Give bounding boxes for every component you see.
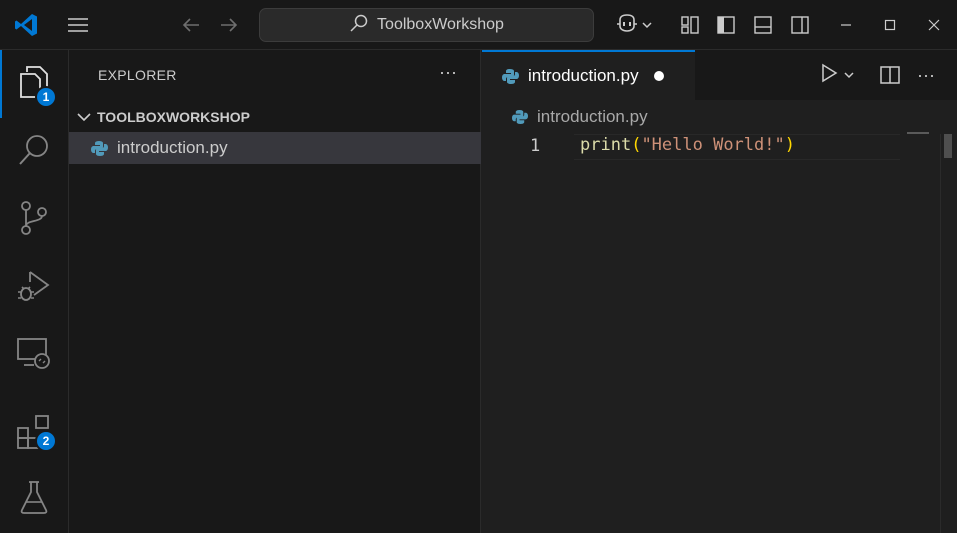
code-function: print: [580, 135, 632, 155]
more-actions-icon[interactable]: ···: [439, 62, 457, 83]
search-activity[interactable]: [0, 118, 68, 186]
chevron-down-icon: [642, 16, 652, 34]
run-debug-icon: [16, 268, 52, 309]
toggle-primary-sidebar-icon[interactable]: [712, 0, 740, 50]
code-editor[interactable]: 1 print("Hello World!"): [482, 132, 957, 533]
folder-name: TOOLBOXWORKSHOP: [97, 109, 250, 125]
scrollbar-track[interactable]: [940, 134, 957, 533]
explorer-sidebar: EXPLORER ··· TOOLBOXWORKSHOP introductio…: [69, 50, 481, 533]
play-icon: [820, 63, 838, 88]
remote-explorer-activity[interactable]: [0, 322, 68, 390]
copilot-button[interactable]: [612, 0, 656, 50]
split-editor-icon[interactable]: [879, 50, 901, 100]
copilot-icon: [616, 13, 638, 38]
close-icon[interactable]: [914, 0, 954, 50]
python-icon: [91, 140, 108, 157]
run-and-debug-activity[interactable]: [0, 254, 68, 322]
editor-more-actions-icon[interactable]: ···: [917, 50, 935, 100]
toggle-secondary-sidebar-icon[interactable]: [786, 0, 814, 50]
maximize-icon[interactable]: [870, 0, 910, 50]
run-python-button[interactable]: [820, 50, 854, 100]
line-number: 1: [530, 136, 541, 156]
search-icon: [17, 133, 51, 172]
back-arrow-icon[interactable]: [177, 0, 205, 50]
title-bar: ToolboxWorkshop: [0, 0, 957, 50]
tab-introduction-py[interactable]: introduction.py: [482, 50, 695, 100]
unsaved-dot-icon[interactable]: [653, 70, 665, 82]
command-center-search[interactable]: ToolboxWorkshop: [259, 8, 594, 42]
minimize-icon[interactable]: [826, 0, 866, 50]
scrollbar-thumb[interactable]: [944, 134, 952, 158]
extensions-activity[interactable]: 2: [0, 400, 68, 468]
testing-activity[interactable]: [0, 465, 68, 533]
python-icon: [512, 109, 528, 125]
source-control-icon: [18, 200, 50, 241]
chevron-down-icon: [844, 66, 854, 84]
search-icon: [349, 13, 369, 38]
editor-tabs: introduction.py ···: [482, 50, 957, 100]
sidebar-title: EXPLORER: [98, 67, 177, 83]
tab-label: introduction.py: [528, 66, 639, 85]
remote-explorer-icon: [16, 337, 52, 376]
forward-arrow-icon[interactable]: [215, 0, 243, 50]
code-close-paren: ): [784, 135, 795, 155]
file-name: introduction.py: [117, 138, 228, 157]
extensions-badge: 2: [35, 430, 57, 452]
vscode-logo-icon: [10, 0, 42, 50]
explorer-badge: 1: [35, 86, 57, 108]
search-label: ToolboxWorkshop: [377, 16, 504, 33]
python-icon: [502, 68, 519, 85]
minimap[interactable]: [907, 132, 929, 134]
customize-layout-icon[interactable]: [676, 0, 704, 50]
toggle-panel-icon[interactable]: [749, 0, 777, 50]
code-string: "Hello World!": [641, 135, 785, 155]
breadcrumb[interactable]: introduction.py: [482, 100, 957, 134]
source-control-activity[interactable]: [0, 186, 68, 254]
code-line[interactable]: print("Hello World!"): [580, 135, 795, 155]
explorer-activity[interactable]: 1: [0, 50, 68, 118]
activity-bar: 1 2: [0, 50, 69, 533]
breadcrumb-file: introduction.py: [537, 107, 648, 126]
folder-header[interactable]: TOOLBOXWORKSHOP: [69, 106, 481, 128]
file-item[interactable]: introduction.py: [69, 132, 481, 164]
code-open-paren: (: [631, 135, 642, 155]
active-indicator: [0, 50, 2, 118]
flask-icon: [19, 480, 49, 519]
menu-icon[interactable]: [62, 0, 94, 50]
chevron-down-icon: [77, 112, 91, 122]
